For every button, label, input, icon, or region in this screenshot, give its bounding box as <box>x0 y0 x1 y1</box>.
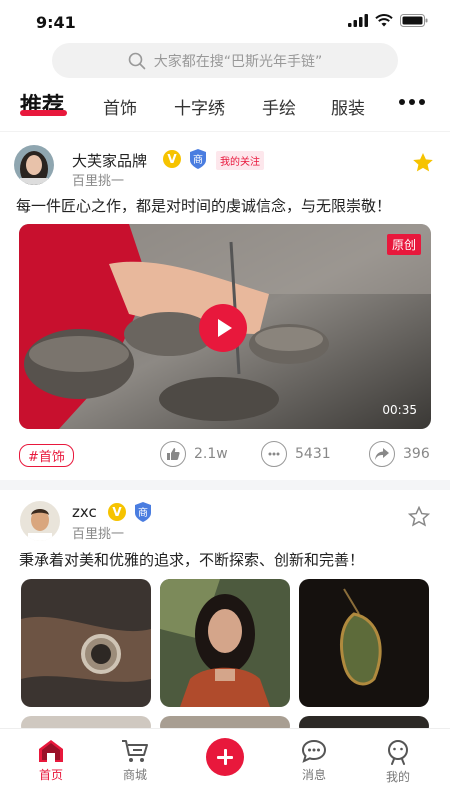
share-button[interactable]: 396 <box>369 441 430 467</box>
play-button[interactable] <box>199 304 247 352</box>
video-duration: 00:35 <box>382 403 417 417</box>
search-bar[interactable]: 大家都在搜“巴斯光年手链” <box>52 43 398 78</box>
avatar[interactable] <box>14 145 54 185</box>
comment-button[interactable]: 5431 <box>261 441 331 467</box>
author-subtitle: 百里挑一 <box>72 527 125 542</box>
active-tab-indicator <box>20 110 67 116</box>
svg-text:商: 商 <box>193 153 203 166</box>
tab-hand-painting[interactable]: 手绘 <box>262 94 296 119</box>
category-tabs: 推荐 首饰 十字绣 手绘 服装 <box>0 86 450 130</box>
video-player[interactable]: 原创 00:35 <box>19 224 431 429</box>
svg-text:商: 商 <box>138 506 148 519</box>
merchant-badge-icon: 商 <box>135 502 151 522</box>
author-name[interactable]: 大芙家品牌 <box>72 150 147 171</box>
nav-mall-label: 商城 <box>122 768 147 782</box>
author-name[interactable]: zxc <box>72 503 97 521</box>
merchant-badge-icon: 商 <box>190 149 206 169</box>
nav-profile[interactable]: 我的 <box>373 739 423 785</box>
message-icon <box>301 739 327 763</box>
nav-home[interactable]: 首页 <box>26 739 76 783</box>
divider <box>0 131 450 132</box>
nav-home-label: 首页 <box>38 768 63 782</box>
nav-profile-label: 我的 <box>385 770 410 784</box>
post-image[interactable] <box>21 579 151 707</box>
status-bar: 9:41 <box>0 0 450 44</box>
comment-icon <box>261 441 287 467</box>
like-button[interactable]: 2.1w <box>160 441 228 467</box>
bottom-nav: 首页 商城 消息 我的 <box>0 728 450 800</box>
hashtag-chip[interactable]: #首饰 <box>19 444 74 467</box>
search-icon <box>128 52 146 69</box>
add-post-button[interactable] <box>206 738 244 776</box>
share-count: 396 <box>403 446 430 462</box>
cart-icon <box>122 740 148 762</box>
more-tabs-icon[interactable] <box>399 99 425 105</box>
nav-messages-label: 消息 <box>301 768 326 782</box>
tab-jewelry[interactable]: 首饰 <box>103 94 137 119</box>
avatar[interactable] <box>20 501 60 541</box>
post-image[interactable] <box>160 579 290 707</box>
like-count: 2.1w <box>194 446 228 462</box>
share-icon <box>369 441 395 467</box>
post-text: 秉承着对美和优雅的追求，不断探索、创新和完善！ <box>19 551 365 569</box>
nav-messages[interactable]: 消息 <box>289 739 339 783</box>
profile-icon <box>388 740 408 765</box>
section-divider <box>0 480 450 490</box>
tab-clothing[interactable]: 服装 <box>331 94 365 119</box>
comment-count: 5431 <box>295 446 331 462</box>
status-icons <box>348 14 428 27</box>
star-filled-icon[interactable] <box>412 152 434 173</box>
wifi-icon <box>375 14 393 27</box>
author-subtitle: 百里挑一 <box>72 174 125 189</box>
nav-mall[interactable]: 商城 <box>110 739 160 783</box>
post-image[interactable] <box>299 579 429 707</box>
following-tag: 我的关注 <box>216 151 264 170</box>
home-icon <box>39 740 63 762</box>
signal-icon <box>348 14 368 27</box>
vip-badge-icon: V <box>108 503 126 521</box>
thumbs-up-icon <box>160 441 186 467</box>
star-outline-icon[interactable] <box>408 506 430 527</box>
status-time: 9:41 <box>36 13 76 32</box>
battery-icon <box>400 14 428 27</box>
search-placeholder: 大家都在搜“巴斯光年手链” <box>153 53 323 70</box>
tab-cross-stitch[interactable]: 十字绣 <box>174 94 225 119</box>
post-text: 每一件匠心之作，都是对时间的虔诚信念，与无限崇敬！ <box>16 197 392 215</box>
original-badge: 原创 <box>386 234 421 255</box>
vip-badge-icon: V <box>163 150 181 168</box>
